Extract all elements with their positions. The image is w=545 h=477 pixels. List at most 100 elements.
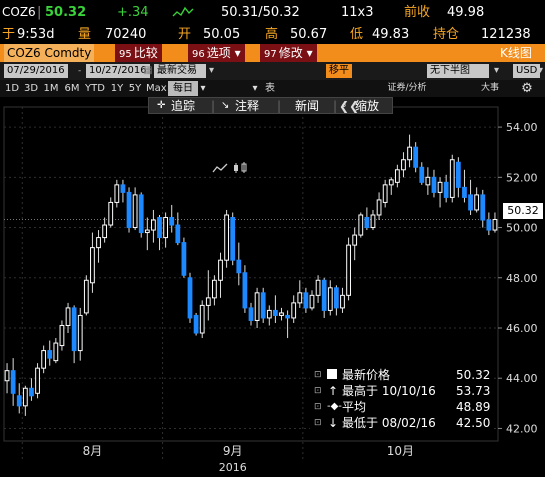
range-row: 1D 3D 1M 6M YTD 1Y 5Y Max 每日 ▾ ▾ 表 证券/分析… xyxy=(0,80,545,173)
collapse-icon[interactable]: ❮❮ xyxy=(339,100,359,112)
candle xyxy=(218,252,223,298)
annotate-icon[interactable]: ↘ xyxy=(221,99,229,113)
candle-body xyxy=(108,201,114,226)
candle xyxy=(108,197,114,228)
candle-body xyxy=(370,214,376,229)
candle xyxy=(443,174,449,203)
candle xyxy=(10,358,16,406)
candle xyxy=(114,179,120,208)
range-button[interactable]: YTD xyxy=(84,81,106,96)
candle-body xyxy=(242,272,248,309)
candle-body xyxy=(132,194,138,229)
candle xyxy=(285,310,290,339)
y-tick-label: 52.00 xyxy=(506,171,538,184)
candle xyxy=(327,280,333,316)
candle xyxy=(486,212,492,236)
y-tick-label: 46.00 xyxy=(506,322,538,335)
candle xyxy=(340,287,345,313)
candle-body xyxy=(419,166,425,183)
last-price-tag: 50.32 xyxy=(503,203,543,219)
legend-average-value: 48.89 xyxy=(456,400,491,414)
ticker: COZ6 xyxy=(2,5,36,19)
candle xyxy=(407,134,412,168)
track-button[interactable]: 追踪 xyxy=(171,99,195,113)
legend-high-label: 最高于 10/10/16 xyxy=(342,384,436,398)
candle xyxy=(468,179,473,215)
security-field[interactable]: COZ6 Comdty xyxy=(4,44,95,62)
edit-tab[interactable]: 97 修改 ▾ xyxy=(260,44,317,62)
candle-body xyxy=(157,216,162,239)
bid-ask: 50.31/50.32 xyxy=(221,5,300,20)
start-date-input[interactable]: 07/29/2016 xyxy=(4,64,68,78)
candle-body xyxy=(71,307,77,352)
range-button[interactable]: 1M xyxy=(42,81,60,96)
candle xyxy=(382,179,388,208)
candle xyxy=(59,320,65,351)
candle-body xyxy=(230,216,236,261)
chevron-down-icon[interactable]: ▾ xyxy=(198,81,208,96)
candle xyxy=(291,295,297,323)
candle-body xyxy=(96,237,101,249)
range-button[interactable]: 1D xyxy=(4,81,20,96)
legend-toggle-icon[interactable]: ⊡ xyxy=(314,369,322,381)
range-button[interactable]: 6M xyxy=(63,81,81,96)
volume-value: 70240 xyxy=(105,27,147,42)
candle xyxy=(16,383,22,414)
chevron-down-icon[interactable]: ▾ xyxy=(250,81,260,96)
period-select[interactable]: 每日 xyxy=(168,81,198,96)
range-button[interactable]: Max xyxy=(146,81,167,96)
candle-body xyxy=(327,287,333,311)
volume-label: 量 xyxy=(78,27,92,42)
chart-type-label[interactable]: K线图 xyxy=(500,44,532,62)
time-label: 于 xyxy=(2,27,16,42)
candle-body xyxy=(151,219,156,231)
annotate-button[interactable]: 注释 xyxy=(235,99,259,113)
open-interest-label: 持仓 xyxy=(433,27,460,42)
range-button[interactable]: 5Y xyxy=(127,81,143,96)
candle xyxy=(394,164,400,188)
last-price-swatch xyxy=(327,369,337,379)
candle xyxy=(352,227,358,261)
candle-body xyxy=(193,314,199,334)
range-button[interactable]: 3D xyxy=(23,81,39,96)
candle xyxy=(157,214,162,251)
candle xyxy=(273,295,278,323)
candle-body xyxy=(492,219,498,231)
candle xyxy=(462,169,467,203)
smoothing-button[interactable]: 移平 xyxy=(326,64,352,78)
candle xyxy=(4,363,10,394)
candle-body xyxy=(126,191,132,229)
candle-body xyxy=(16,395,22,407)
candle xyxy=(77,307,83,361)
candle xyxy=(169,204,175,233)
low-marker-icon: ↓ xyxy=(328,416,339,430)
range-button[interactable]: 1Y xyxy=(109,81,125,96)
candle xyxy=(419,162,425,185)
candle-body xyxy=(468,194,473,211)
gear-icon[interactable]: ⚙ xyxy=(518,81,536,96)
news-button[interactable]: 新闻 xyxy=(295,99,319,113)
lower-panel-select[interactable]: 无下半图 xyxy=(427,64,489,78)
crosshair-icon[interactable]: ✛ xyxy=(157,99,165,113)
securities-button[interactable]: 证券/分析 xyxy=(384,81,430,96)
table-button[interactable]: 表 xyxy=(264,81,276,96)
legend-low-value: 42.50 xyxy=(456,416,491,430)
prev-close-value: 49.98 xyxy=(447,5,485,20)
compare-tab[interactable]: 95 比较 xyxy=(115,44,162,62)
candle xyxy=(151,209,156,243)
events-button[interactable]: 大事 xyxy=(480,81,500,96)
candle xyxy=(279,307,284,321)
candle xyxy=(144,217,150,251)
candle xyxy=(370,209,376,231)
chevron-down-icon[interactable]: ▾ xyxy=(491,64,502,78)
chevron-down-icon[interactable]: ▾ xyxy=(535,64,545,78)
chevron-down-icon[interactable]: ▾ xyxy=(206,64,217,78)
candle-body xyxy=(315,279,321,296)
last-trade-select[interactable]: 最新交易 xyxy=(154,64,206,78)
candle-body xyxy=(175,224,181,244)
options-tab[interactable]: 96 选项 ▾ xyxy=(188,44,245,62)
candle-body xyxy=(376,199,382,216)
candle xyxy=(431,169,437,198)
candle xyxy=(83,275,89,316)
legend-high-value: 53.73 xyxy=(456,384,491,398)
